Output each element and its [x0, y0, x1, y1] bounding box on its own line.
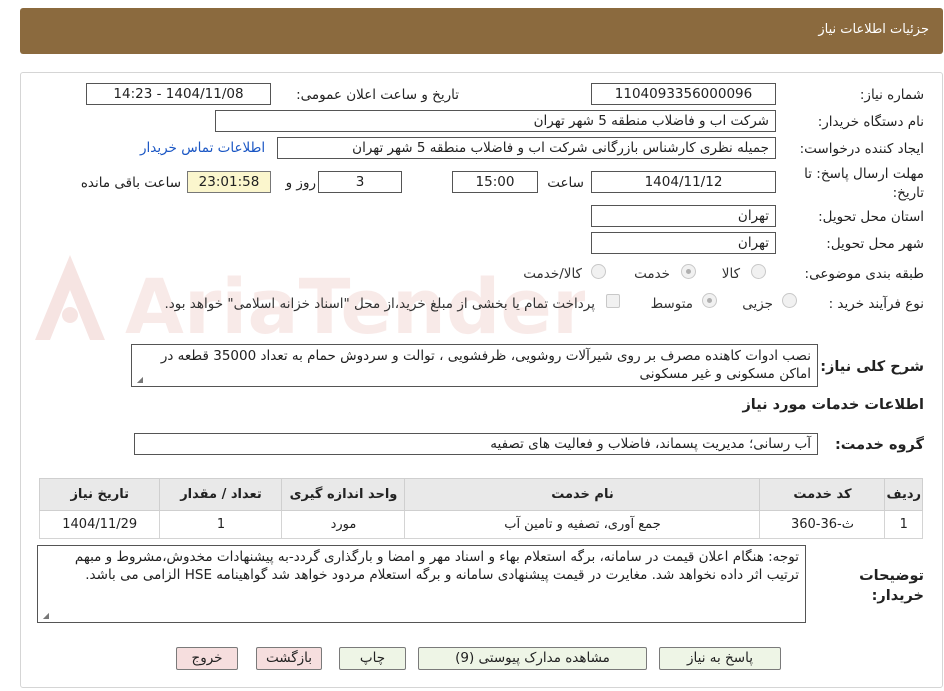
cell-code: ث-36-360 — [759, 510, 886, 539]
process-option-minor: جزیی — [742, 296, 773, 312]
page-title: جزئیات اطلاعات نیاز — [818, 22, 929, 37]
services-table-header: ردیف کد خدمت نام خدمت واحد اندازه گیری ت… — [38, 478, 923, 511]
description-text: نصب ادوات کاهنده مصرف بر روی شیرآلات روش… — [160, 348, 811, 382]
remaining-time-field: 23:01:58 — [187, 171, 271, 193]
resize-grip-icon[interactable]: ◢ — [135, 376, 143, 384]
days-label: روز و — [285, 175, 316, 191]
city-field: تهران — [591, 232, 776, 254]
remaining-label: ساعت باقی مانده — [80, 175, 181, 191]
cell-qty: 1 — [159, 510, 283, 539]
table-row: 1 ث-36-360 جمع آوری، تصفیه و تامین آب مو… — [38, 510, 923, 539]
need-number-field: 1104093356000096 — [591, 83, 776, 105]
exit-button[interactable]: خروج — [176, 647, 238, 670]
respond-button[interactable]: پاسخ به نیاز — [659, 647, 781, 670]
deadline-date-field: 1404/11/12 — [591, 171, 776, 193]
attachments-button[interactable]: مشاهده مدارک پیوستی (9) — [418, 647, 647, 670]
col-qty: تعداد / مقدار — [159, 478, 283, 511]
category-option-service: خدمت — [634, 266, 670, 282]
category-radio-goods[interactable] — [751, 264, 766, 279]
requester-field: جمیله نظری کارشناس بازرگانی شرکت اب و فا… — [277, 137, 776, 159]
city-label: شهر محل تحویل: — [826, 236, 924, 252]
process-radio-medium[interactable] — [702, 293, 717, 308]
col-row: ردیف — [884, 478, 923, 511]
cell-name: جمع آوری، تصفیه و تامین آب — [404, 510, 761, 539]
category-option-goods-service: کالا/خدمت — [523, 266, 582, 282]
resize-grip-icon[interactable]: ◢ — [41, 612, 49, 620]
service-group-field: آب رسانی؛ مدیریت پسماند، فاضلاب و فعالیت… — [134, 433, 818, 455]
deadline-label: مهلت ارسال پاسخ: تا تاریخ: — [804, 166, 924, 201]
buyer-notes-text: توجه: هنگام اعلان قیمت در سامانه، برگه ا… — [74, 549, 799, 583]
days-field: 3 — [318, 171, 402, 193]
col-name: نام خدمت — [404, 478, 761, 511]
province-field: تهران — [591, 205, 776, 227]
services-table: ردیف کد خدمت نام خدمت واحد اندازه گیری ت… — [38, 478, 923, 539]
col-code: کد خدمت — [759, 478, 886, 511]
announce-field: 1404/11/08 - 14:23 — [86, 83, 271, 105]
province-label: استان محل تحویل: — [818, 209, 924, 225]
category-radio-goods-service[interactable] — [591, 264, 606, 279]
announce-label: تاریخ و ساعت اعلان عمومی: — [296, 87, 459, 103]
treasury-checkbox[interactable] — [606, 294, 620, 308]
category-label: طبقه بندی موضوعی: — [804, 266, 924, 282]
page-header: جزئیات اطلاعات نیاز — [20, 8, 943, 54]
services-section-title: اطلاعات خدمات مورد نیاز — [742, 397, 924, 413]
deadline-time-field: 15:00 — [452, 171, 538, 193]
deadline-time-label: ساعت — [547, 175, 584, 191]
col-date: تاریخ نیاز — [38, 478, 161, 511]
cell-row: 1 — [884, 510, 923, 539]
print-button[interactable]: چاپ — [339, 647, 406, 670]
category-option-goods: کالا — [721, 266, 740, 282]
cell-date: 1404/11/29 — [38, 510, 161, 539]
category-radio-service[interactable] — [681, 264, 696, 279]
requester-label: ایجاد کننده درخواست: — [799, 141, 924, 157]
buyer-notes-textarea[interactable]: توجه: هنگام اعلان قیمت در سامانه، برگه ا… — [37, 545, 806, 623]
payment-note: پرداخت تمام یا بخشی از مبلغ خرید،از محل … — [164, 296, 595, 312]
need-number-label: شماره نیاز: — [859, 87, 924, 103]
buyer-contact-link[interactable]: اطلاعات تماس خریدار — [140, 140, 265, 156]
buyer-notes-label: توضیحات خریدار: — [859, 568, 924, 604]
buyer-org-field: شرکت اب و فاضلاب منطقه 5 شهر تهران — [215, 110, 776, 132]
back-button[interactable]: بازگشت — [256, 647, 322, 670]
service-group-label: گروه خدمت: — [834, 437, 924, 453]
buyer-org-label: نام دستگاه خریدار: — [817, 114, 924, 130]
process-option-medium: متوسط — [650, 296, 693, 312]
process-label: نوع فرآیند خرید : — [828, 296, 924, 312]
description-label: شرح کلی نیاز: — [820, 359, 924, 375]
col-unit: واحد اندازه گیری — [281, 478, 406, 511]
process-radio-minor[interactable] — [782, 293, 797, 308]
cell-unit: مورد — [281, 510, 406, 539]
description-textarea[interactable]: نصب ادوات کاهنده مصرف بر روی شیرآلات روش… — [131, 344, 818, 387]
